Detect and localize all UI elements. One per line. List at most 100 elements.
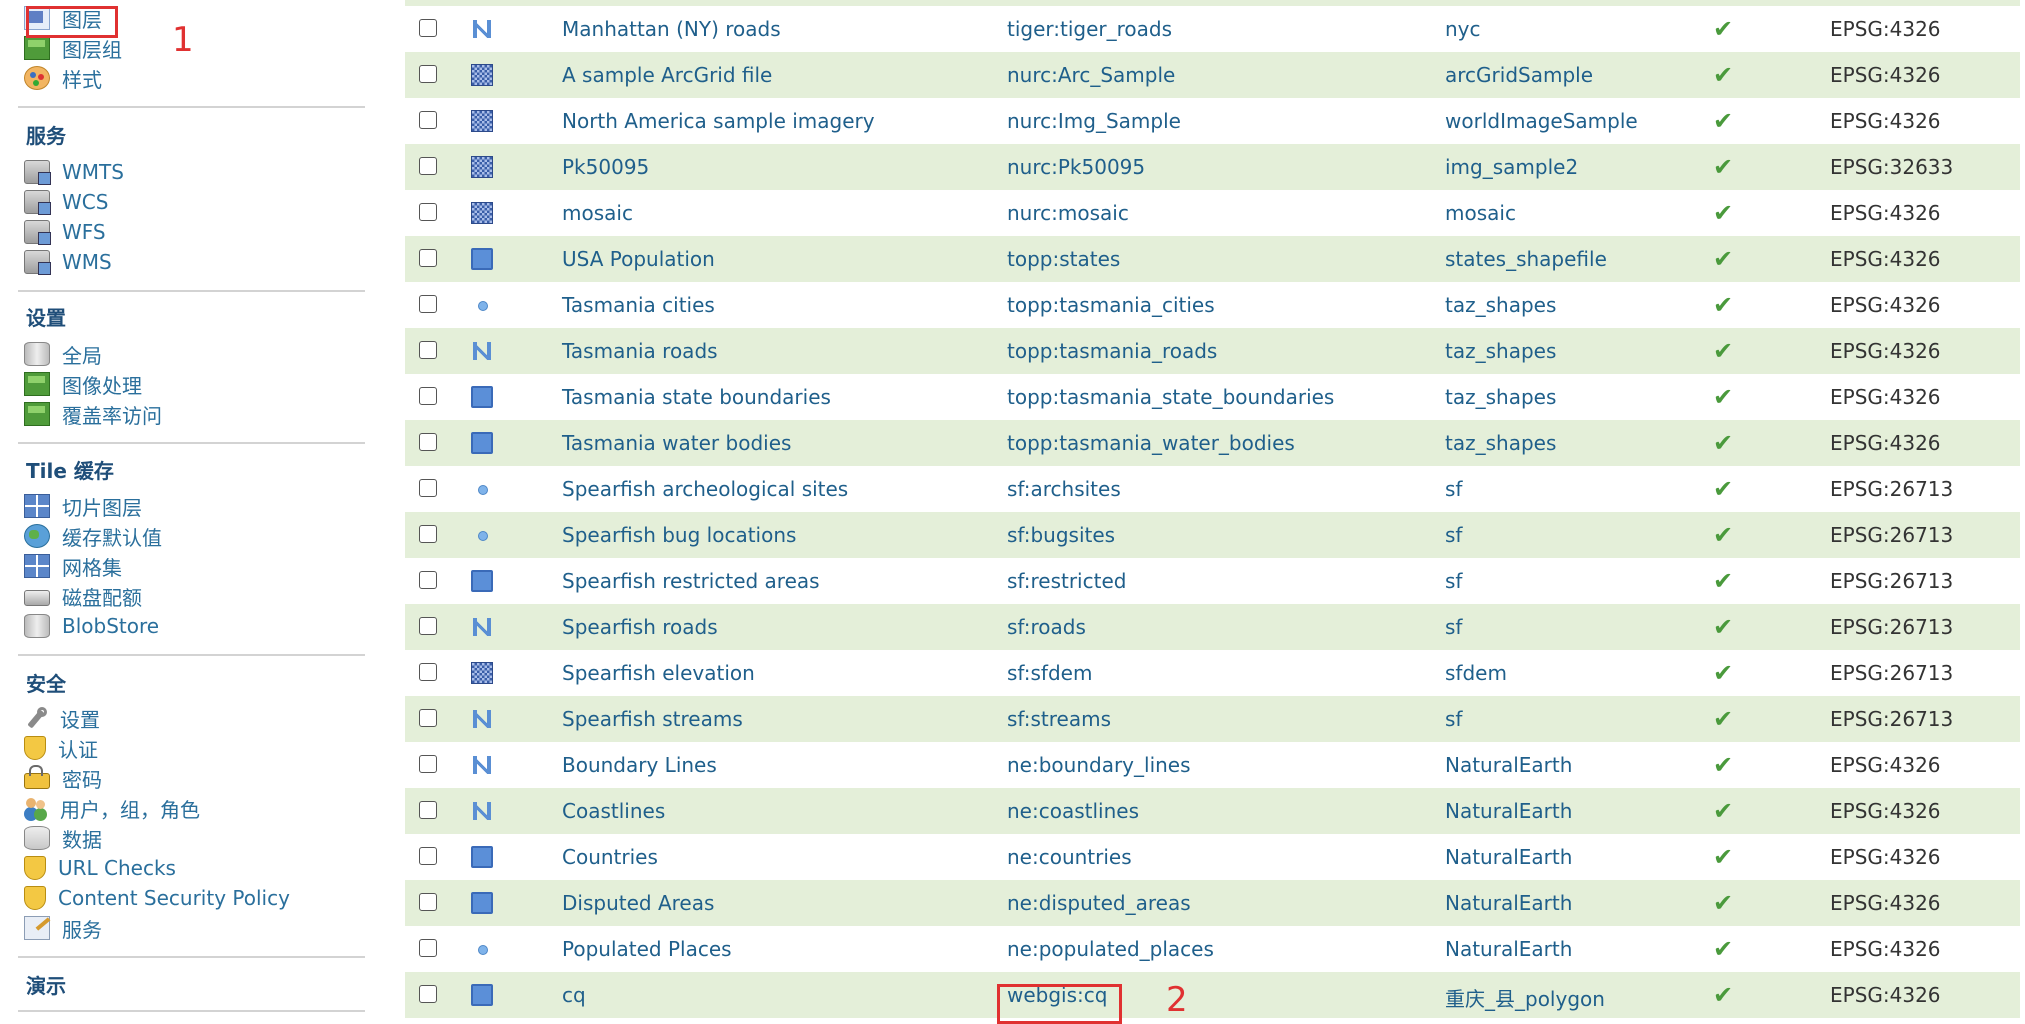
layer-name-link[interactable]: tiger:tiger_roads bbox=[1007, 17, 1172, 41]
layer-name-link[interactable]: topp:states bbox=[1007, 247, 1120, 271]
layer-name-link[interactable]: nurc:Img_Sample bbox=[1007, 109, 1181, 133]
sidebar-item-settings-1[interactable]: 图像处理 bbox=[24, 370, 142, 398]
sidebar-item-tile-cache-3[interactable]: 磁盘配额 bbox=[24, 582, 142, 610]
row-checkbox[interactable] bbox=[419, 525, 437, 543]
layer-title-link[interactable]: North America sample imagery bbox=[562, 109, 875, 133]
store-link[interactable]: img_sample2 bbox=[1445, 155, 1578, 179]
row-checkbox[interactable] bbox=[419, 755, 437, 773]
row-checkbox[interactable] bbox=[419, 111, 437, 129]
store-link[interactable]: 重庆_县_polygon bbox=[1445, 983, 1605, 1012]
layer-name-link[interactable]: sf:restricted bbox=[1007, 569, 1126, 593]
row-checkbox[interactable] bbox=[419, 801, 437, 819]
store-link[interactable]: NaturalEarth bbox=[1445, 891, 1572, 915]
store-link[interactable]: taz_shapes bbox=[1445, 339, 1556, 363]
store-link[interactable]: mosaic bbox=[1445, 201, 1516, 225]
row-checkbox[interactable] bbox=[419, 479, 437, 497]
sidebar-item-security-7[interactable]: 服务 bbox=[24, 914, 102, 942]
row-checkbox[interactable] bbox=[419, 893, 437, 911]
sidebar-item-tile-cache-1[interactable]: 缓存默认值 bbox=[24, 522, 162, 550]
row-checkbox[interactable] bbox=[419, 65, 437, 83]
layer-title-link[interactable]: Disputed Areas bbox=[562, 891, 714, 915]
layer-title-link[interactable]: Tasmania cities bbox=[562, 293, 715, 317]
layer-name-link[interactable]: ne:boundary_lines bbox=[1007, 753, 1191, 777]
layer-title-link[interactable]: Spearfish archeological sites bbox=[562, 477, 848, 501]
layer-title-link[interactable]: Spearfish restricted areas bbox=[562, 569, 820, 593]
layer-title-link[interactable]: Spearfish streams bbox=[562, 707, 743, 731]
row-checkbox[interactable] bbox=[419, 617, 437, 635]
layer-title-link[interactable]: Spearfish elevation bbox=[562, 661, 755, 685]
sidebar-item-data-1[interactable]: 图层组 bbox=[24, 34, 122, 62]
layer-name-link[interactable]: topp:tasmania_cities bbox=[1007, 293, 1215, 317]
layer-name-link[interactable]: topp:tasmania_roads bbox=[1007, 339, 1217, 363]
row-checkbox[interactable] bbox=[419, 571, 437, 589]
store-link[interactable]: sf bbox=[1445, 569, 1462, 593]
sidebar-item-services-0[interactable]: WMTS bbox=[24, 158, 124, 186]
row-checkbox[interactable] bbox=[419, 295, 437, 313]
row-checkbox[interactable] bbox=[419, 709, 437, 727]
layer-title-link[interactable]: mosaic bbox=[562, 201, 633, 225]
store-link[interactable]: sf bbox=[1445, 477, 1462, 501]
sidebar-item-settings-0[interactable]: 全局 bbox=[24, 340, 102, 368]
layer-name-link[interactable]: topp:tasmania_state_boundaries bbox=[1007, 385, 1334, 409]
store-link[interactable]: worldImageSample bbox=[1445, 109, 1638, 133]
row-checkbox[interactable] bbox=[419, 985, 437, 1003]
layer-title-link[interactable]: USA Population bbox=[562, 247, 715, 271]
layer-name-link[interactable]: sf:bugsites bbox=[1007, 523, 1115, 547]
store-link[interactable]: sf bbox=[1445, 615, 1462, 639]
sidebar-item-tile-cache-4[interactable]: BlobStore bbox=[24, 612, 159, 640]
sidebar-item-tile-cache-0[interactable]: 切片图层 bbox=[24, 492, 142, 520]
sidebar-item-security-1[interactable]: 认证 bbox=[24, 734, 98, 762]
layer-title-link[interactable]: Countries bbox=[562, 845, 658, 869]
store-link[interactable]: states_shapefile bbox=[1445, 247, 1607, 271]
layer-title-link[interactable]: Spearfish bug locations bbox=[562, 523, 796, 547]
layer-name-link[interactable]: nurc:Arc_Sample bbox=[1007, 63, 1175, 87]
sidebar-item-security-0[interactable]: 设置 bbox=[24, 704, 100, 732]
layer-name-link[interactable]: nurc:Pk50095 bbox=[1007, 155, 1145, 179]
store-link[interactable]: NaturalEarth bbox=[1445, 753, 1572, 777]
store-link[interactable]: taz_shapes bbox=[1445, 385, 1556, 409]
layer-name-link[interactable]: sf:streams bbox=[1007, 707, 1111, 731]
row-checkbox[interactable] bbox=[419, 19, 437, 37]
row-checkbox[interactable] bbox=[419, 249, 437, 267]
sidebar-item-services-2[interactable]: WFS bbox=[24, 218, 106, 246]
layer-title-link[interactable]: Spearfish roads bbox=[562, 615, 718, 639]
row-checkbox[interactable] bbox=[419, 387, 437, 405]
layer-title-link[interactable]: cq bbox=[562, 983, 586, 1007]
sidebar-item-security-6[interactable]: Content Security Policy bbox=[24, 884, 290, 912]
layer-name-link[interactable]: sf:roads bbox=[1007, 615, 1086, 639]
layer-title-link[interactable]: Populated Places bbox=[562, 937, 732, 961]
row-checkbox[interactable] bbox=[419, 203, 437, 221]
store-link[interactable]: sf bbox=[1445, 523, 1462, 547]
layer-name-link[interactable]: nurc:mosaic bbox=[1007, 201, 1129, 225]
store-link[interactable]: nyc bbox=[1445, 17, 1481, 41]
layer-title-link[interactable]: Boundary Lines bbox=[562, 753, 717, 777]
layer-title-link[interactable]: Tasmania roads bbox=[562, 339, 718, 363]
sidebar-item-services-1[interactable]: WCS bbox=[24, 188, 108, 216]
layer-name-link[interactable]: ne:disputed_areas bbox=[1007, 891, 1191, 915]
store-link[interactable]: taz_shapes bbox=[1445, 293, 1556, 317]
store-link[interactable]: NaturalEarth bbox=[1445, 799, 1572, 823]
row-checkbox[interactable] bbox=[419, 433, 437, 451]
layer-name-link[interactable]: topp:tasmania_water_bodies bbox=[1007, 431, 1295, 455]
layer-name-link[interactable]: sf:sfdem bbox=[1007, 661, 1092, 685]
sidebar-item-settings-2[interactable]: 覆盖率访问 bbox=[24, 400, 162, 428]
sidebar-item-security-4[interactable]: 数据 bbox=[24, 824, 102, 852]
row-checkbox[interactable] bbox=[419, 157, 437, 175]
store-link[interactable]: sf bbox=[1445, 707, 1462, 731]
store-link[interactable]: arcGridSample bbox=[1445, 63, 1593, 87]
row-checkbox[interactable] bbox=[419, 663, 437, 681]
row-checkbox[interactable] bbox=[419, 847, 437, 865]
layer-title-link[interactable]: Tasmania water bodies bbox=[562, 431, 791, 455]
sidebar-item-security-3[interactable]: 用户，组，角色 bbox=[24, 794, 200, 822]
store-link[interactable]: sfdem bbox=[1445, 661, 1507, 685]
sidebar-item-security-5[interactable]: URL Checks bbox=[24, 854, 176, 882]
sidebar-item-security-2[interactable]: 密码 bbox=[24, 764, 102, 792]
store-link[interactable]: NaturalEarth bbox=[1445, 937, 1572, 961]
sidebar-item-data-2[interactable]: 样式 bbox=[24, 64, 102, 92]
layer-name-link[interactable]: sf:archsites bbox=[1007, 477, 1121, 501]
row-checkbox[interactable] bbox=[419, 939, 437, 957]
layer-title-link[interactable]: Coastlines bbox=[562, 799, 665, 823]
sidebar-item-services-3[interactable]: WMS bbox=[24, 248, 112, 276]
store-link[interactable]: NaturalEarth bbox=[1445, 845, 1572, 869]
layer-title-link[interactable]: Pk50095 bbox=[562, 155, 649, 179]
